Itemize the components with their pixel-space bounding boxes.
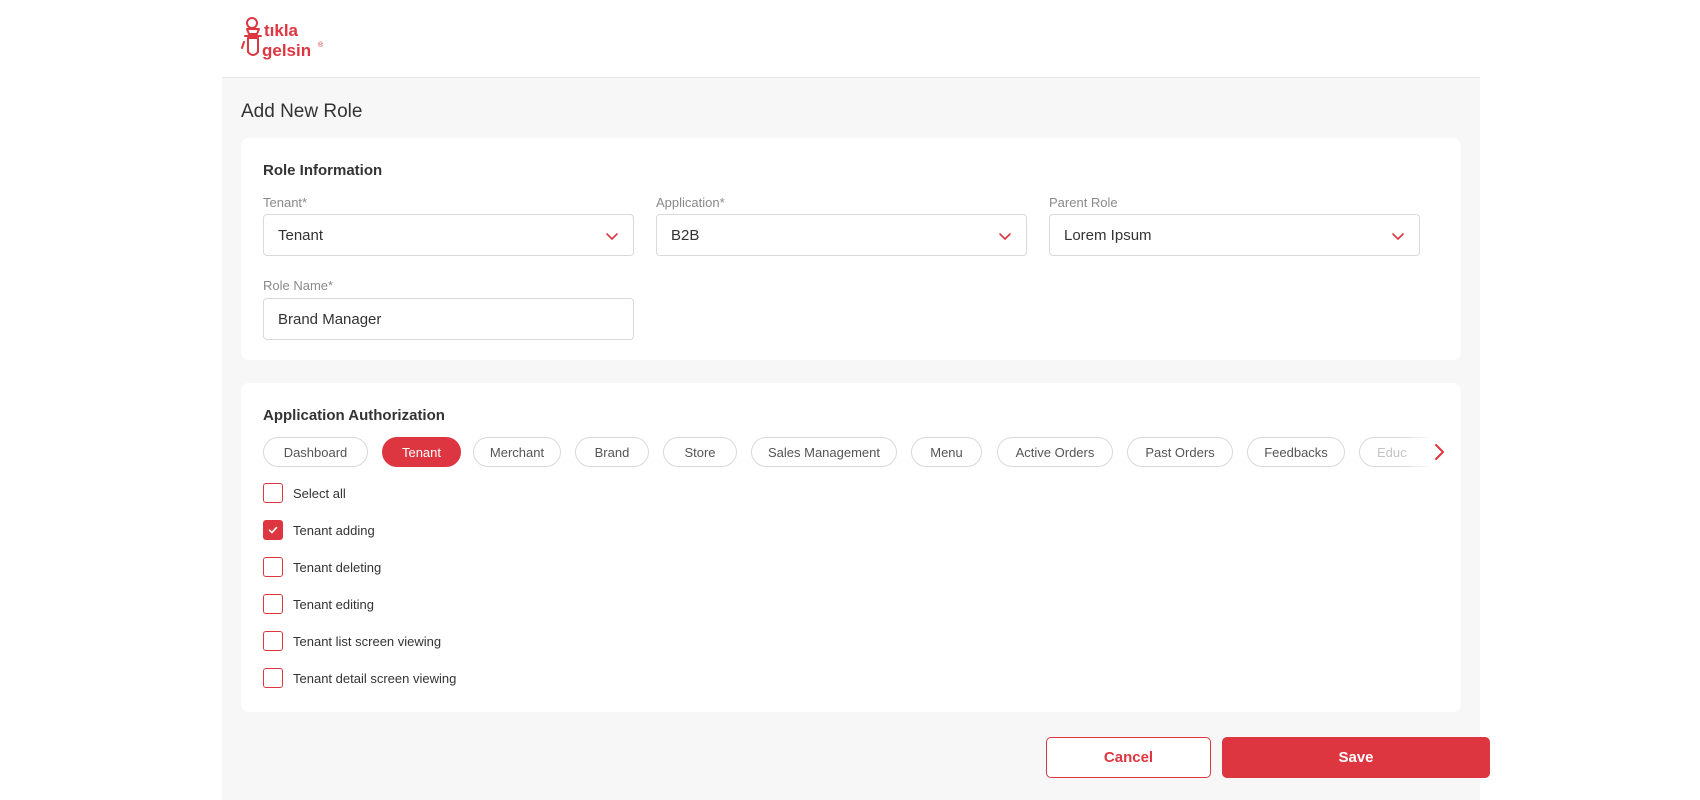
cancel-button[interactable]: Cancel xyxy=(1046,737,1211,778)
tikla-gelsin-logo[interactable]: tıkla gelsin ® xyxy=(240,14,330,62)
permission-tenant-detail-viewing[interactable]: Tenant detail screen viewing xyxy=(263,667,456,689)
role-name-input-value: Brand Manager xyxy=(278,311,382,328)
tab-feedbacks[interactable]: Feedbacks xyxy=(1247,437,1345,467)
application-authorization-card: Application Authorization Dashboard Tena… xyxy=(241,383,1461,712)
tenant-select[interactable]: Tenant xyxy=(263,214,634,256)
permission-label: Tenant editing xyxy=(293,596,374,612)
chevron-down-icon xyxy=(606,233,618,240)
checkbox[interactable] xyxy=(263,594,283,614)
permission-tenant-deleting[interactable]: Tenant deleting xyxy=(263,556,381,578)
tab-dashboard[interactable]: Dashboard xyxy=(263,437,368,467)
checkbox[interactable] xyxy=(263,668,283,688)
tab-store[interactable]: Store xyxy=(663,437,737,467)
role-information-title: Role Information xyxy=(263,162,383,179)
checkbox[interactable] xyxy=(263,483,283,503)
checkbox[interactable] xyxy=(263,557,283,577)
chevron-down-icon xyxy=(1392,233,1404,240)
role-information-card: Role Information Tenant* Tenant Applicat… xyxy=(241,138,1461,360)
application-authorization-title: Application Authorization xyxy=(263,407,445,424)
checkbox[interactable] xyxy=(263,631,283,651)
tab-tenant[interactable]: Tenant xyxy=(382,437,461,467)
permission-tenant-list-viewing[interactable]: Tenant list screen viewing xyxy=(263,630,441,652)
svg-text:gelsin: gelsin xyxy=(262,41,311,60)
parent-role-label: Parent Role xyxy=(1049,195,1118,210)
chevron-right-icon[interactable] xyxy=(1431,441,1447,463)
module-tabs: Dashboard Tenant Merchant Brand Store Sa… xyxy=(263,437,1445,467)
permission-label: Select all xyxy=(293,485,346,501)
application-select-value: B2B xyxy=(671,227,700,244)
parent-role-select[interactable]: Lorem Ipsum xyxy=(1049,214,1420,256)
check-icon xyxy=(268,526,278,534)
tab-merchant[interactable]: Merchant xyxy=(473,437,561,467)
top-bar: tıkla gelsin ® xyxy=(222,0,1480,78)
tab-menu[interactable]: Menu xyxy=(911,437,982,467)
permission-label: Tenant deleting xyxy=(293,559,382,575)
permission-select-all[interactable]: Select all xyxy=(263,482,346,504)
page-title: Add New Role xyxy=(241,101,363,122)
svg-text:®: ® xyxy=(318,41,324,49)
application-select[interactable]: B2B xyxy=(656,214,1027,256)
chevron-down-icon xyxy=(999,233,1011,240)
parent-role-select-value: Lorem Ipsum xyxy=(1064,227,1152,244)
tab-active-orders[interactable]: Active Orders xyxy=(997,437,1113,467)
tenant-label: Tenant* xyxy=(263,195,308,210)
checkbox-checked[interactable] xyxy=(263,520,283,540)
svg-text:tıkla: tıkla xyxy=(264,21,299,40)
tab-sales-management[interactable]: Sales Management xyxy=(751,437,897,467)
role-name-label: Role Name* xyxy=(263,278,334,293)
role-name-input[interactable]: Brand Manager xyxy=(263,298,634,340)
page: tıkla gelsin ® Add New Role Role Informa… xyxy=(222,0,1490,800)
permission-tenant-editing[interactable]: Tenant editing xyxy=(263,593,374,615)
save-button[interactable]: Save xyxy=(1222,737,1490,778)
permission-tenant-adding[interactable]: Tenant adding xyxy=(263,519,375,541)
application-label: Application* xyxy=(656,195,725,210)
permission-label: Tenant adding xyxy=(293,522,375,538)
tab-brand[interactable]: Brand xyxy=(575,437,649,467)
permission-label: Tenant detail screen viewing xyxy=(293,670,457,686)
tab-past-orders[interactable]: Past Orders xyxy=(1127,437,1233,467)
permission-label: Tenant list screen viewing xyxy=(293,633,442,649)
tenant-select-value: Tenant xyxy=(278,227,324,244)
